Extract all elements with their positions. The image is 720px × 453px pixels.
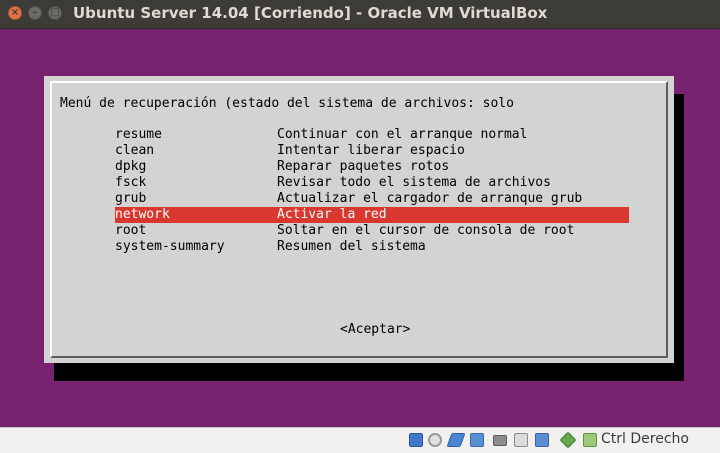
dialog-header: Menú de recuperación (estado del sistema…	[60, 96, 514, 111]
menu-item-description: Intentar liberar espacio	[277, 143, 465, 158]
menu-item-command: resume	[115, 127, 162, 142]
menu-item-description: Continuar con el arranque normal	[277, 127, 528, 142]
menu-item-description: Actualizar el cargador de arranque grub	[277, 191, 583, 206]
menu-item-command: root	[115, 223, 147, 238]
menu-item-root[interactable]: root Soltar en el cursor de consola de r…	[115, 223, 629, 239]
menu-item-command: network	[115, 207, 170, 222]
status-bar: Ctrl Derecho	[0, 427, 720, 453]
menu-item-description: Resumen del sistema	[277, 239, 426, 254]
menu-item-description: Activar la red	[277, 207, 387, 222]
accept-button[interactable]: <Aceptar>	[340, 322, 410, 338]
close-window-button[interactable]: ×	[8, 6, 22, 20]
optical-drive-icon[interactable]	[428, 433, 442, 447]
maximize-window-button[interactable]: □	[48, 6, 62, 20]
minimize-window-button[interactable]: –	[28, 6, 42, 20]
display-icon[interactable]	[493, 435, 507, 446]
window-titlebar: × – □ Ubuntu Server 14.04 [Corriendo] - …	[0, 0, 720, 29]
menu-item-command: dpkg	[115, 159, 147, 174]
menu-item-fsck[interactable]: fsck Revisar todo el sistema de archivos	[115, 175, 629, 191]
mouse-integration-icon[interactable]	[559, 431, 577, 449]
menu-item-dpkg[interactable]: dpkg Reparar paquetes rotos	[115, 159, 629, 175]
network-icon[interactable]	[535, 433, 549, 447]
host-key-label: Ctrl Derecho	[601, 431, 689, 447]
hard-disk-icon[interactable]	[409, 433, 423, 447]
recovery-menu-dialog: Menú de recuperación (estado del sistema…	[44, 76, 674, 363]
window-title: Ubuntu Server 14.04 [Corriendo] - Oracle…	[73, 4, 548, 22]
menu-item-command: clean	[115, 143, 155, 158]
close-icon: ×	[10, 7, 20, 18]
menu-item-description: Revisar todo el sistema de archivos	[277, 175, 551, 190]
menu-item-description: Reparar paquetes rotos	[277, 159, 450, 174]
minimize-icon: –	[32, 7, 38, 18]
dialog-frame: Menú de recuperación (estado del sistema…	[50, 81, 668, 358]
keyboard-capture-icon[interactable]	[583, 433, 597, 447]
menu-item-grub[interactable]: grub Actualizar el cargador de arranque …	[115, 191, 629, 207]
menu-item-clean[interactable]: clean Intentar liberar espacio	[115, 143, 629, 159]
maximize-icon: □	[50, 7, 60, 18]
menu-item-command: grub	[115, 191, 147, 206]
menu-item-system-summary[interactable]: system-summary Resumen del sistema	[115, 239, 629, 255]
shared-folders-icon[interactable]	[470, 433, 484, 447]
menu-item-resume[interactable]: resume Continuar con el arranque normal	[115, 127, 629, 143]
menu-item-command: fsck	[115, 175, 147, 190]
menu-item-description: Soltar en el cursor de consola de root	[277, 223, 575, 238]
menu-item-command: system-summary	[115, 239, 225, 254]
menu-item-network[interactable]: network Activar la red	[115, 207, 629, 223]
video-capture-icon[interactable]	[514, 433, 528, 447]
usb-icon[interactable]	[446, 433, 466, 447]
